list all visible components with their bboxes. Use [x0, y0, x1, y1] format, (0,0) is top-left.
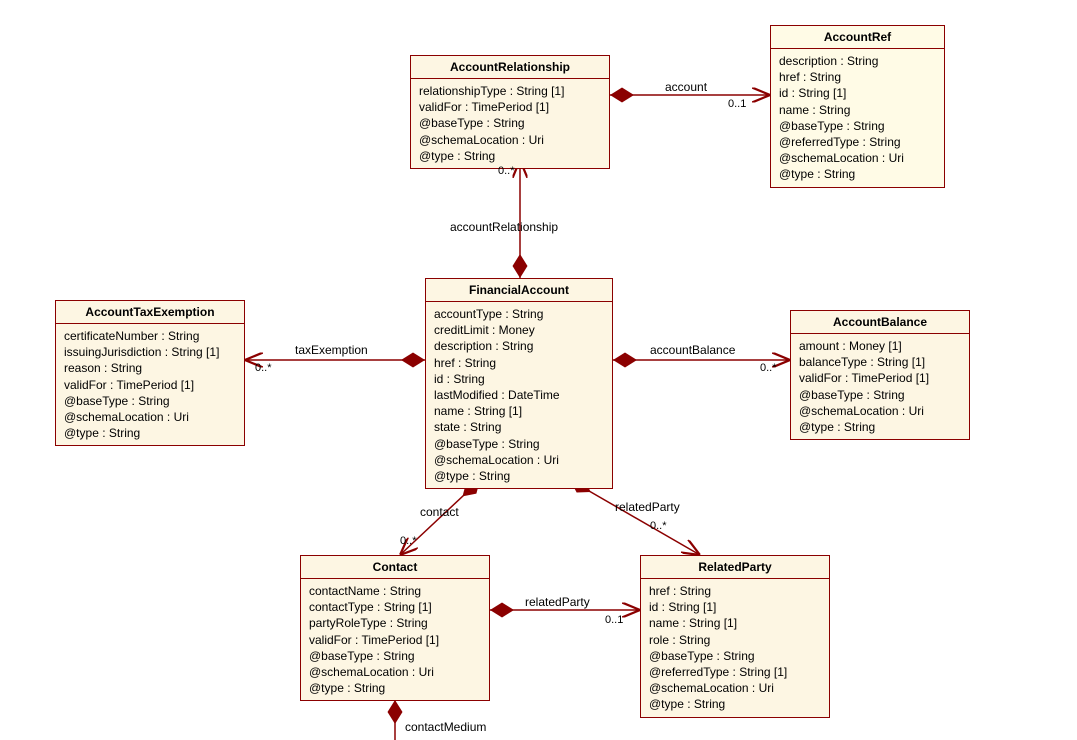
attr: state : String	[434, 419, 604, 435]
class-account-relationship: AccountRelationship relationshipType : S…	[410, 55, 610, 169]
attr: balanceType : String [1]	[799, 354, 961, 370]
mult-label: 0..1	[728, 98, 746, 110]
mult-label: 0..*	[650, 520, 667, 532]
class-name: AccountRef	[771, 26, 944, 49]
attr: creditLimit : Money	[434, 322, 604, 338]
attr: @baseType : String	[434, 436, 604, 452]
mult-label: 0..1	[605, 614, 623, 626]
attr: @type : String	[419, 148, 601, 164]
attr: @baseType : String	[419, 115, 601, 131]
class-name: AccountRelationship	[411, 56, 609, 79]
mult-label: 0..*	[498, 165, 515, 177]
attr: @baseType : String	[64, 393, 236, 409]
attr: @schemaLocation : Uri	[64, 409, 236, 425]
attr: @schemaLocation : Uri	[649, 680, 821, 696]
class-related-party: RelatedParty href : String id : String […	[640, 555, 830, 718]
class-attrs: href : String id : String [1] name : Str…	[641, 579, 829, 717]
assoc-label-relatedparty: relatedParty	[615, 500, 680, 514]
attr: @baseType : String	[799, 387, 961, 403]
attr: href : String	[779, 69, 936, 85]
assoc-label-accountbalance: accountBalance	[650, 343, 735, 357]
class-attrs: certificateNumber : String issuingJurisd…	[56, 324, 244, 445]
attr: @schemaLocation : Uri	[434, 452, 604, 468]
attr: @type : String	[64, 425, 236, 441]
assoc-label-account: account	[665, 80, 707, 94]
attr: validFor : TimePeriod [1]	[64, 377, 236, 393]
class-attrs: relationshipType : String [1] validFor :…	[411, 79, 609, 168]
attr: @baseType : String	[309, 648, 481, 664]
attr: name : String	[779, 102, 936, 118]
attr: @baseType : String	[779, 118, 936, 134]
attr: contactName : String	[309, 583, 481, 599]
attr: @baseType : String	[649, 648, 821, 664]
mult-label: 0..*	[400, 535, 417, 547]
attr: href : String	[649, 583, 821, 599]
attr: @referredType : String	[779, 134, 936, 150]
class-attrs: description : String href : String id : …	[771, 49, 944, 187]
attr: relationshipType : String [1]	[419, 83, 601, 99]
class-attrs: contactName : String contactType : Strin…	[301, 579, 489, 700]
class-account-ref: AccountRef description : String href : S…	[770, 25, 945, 188]
attr: @type : String	[799, 419, 961, 435]
attr: reason : String	[64, 360, 236, 376]
attr: id : String	[434, 371, 604, 387]
class-contact: Contact contactName : String contactType…	[300, 555, 490, 701]
class-financial-account: FinancialAccount accountType : String cr…	[425, 278, 613, 489]
attr: @schemaLocation : Uri	[779, 150, 936, 166]
assoc-label-contact: contact	[420, 505, 459, 519]
class-name: FinancialAccount	[426, 279, 612, 302]
attr: @type : String	[434, 468, 604, 484]
attr: @schemaLocation : Uri	[799, 403, 961, 419]
attr: certificateNumber : String	[64, 328, 236, 344]
attr: role : String	[649, 632, 821, 648]
attr: lastModified : DateTime	[434, 387, 604, 403]
mult-label: 0..*	[760, 362, 777, 374]
attr: name : String [1]	[434, 403, 604, 419]
assoc-label-contactmedium: contactMedium	[405, 720, 486, 734]
class-name: AccountTaxExemption	[56, 301, 244, 324]
attr: amount : Money [1]	[799, 338, 961, 354]
attr: validFor : TimePeriod [1]	[799, 370, 961, 386]
attr: issuingJurisdiction : String [1]	[64, 344, 236, 360]
class-attrs: amount : Money [1] balanceType : String …	[791, 334, 969, 439]
attr: name : String [1]	[649, 615, 821, 631]
attr: validFor : TimePeriod [1]	[419, 99, 601, 115]
assoc-label-contact-relatedparty: relatedParty	[525, 595, 590, 609]
attr: @type : String	[649, 696, 821, 712]
attr: href : String	[434, 355, 604, 371]
attr: description : String	[434, 338, 604, 354]
assoc-label-taxexemption: taxExemption	[295, 343, 368, 357]
attr: @type : String	[309, 680, 481, 696]
attr: id : String [1]	[649, 599, 821, 615]
class-name: AccountBalance	[791, 311, 969, 334]
attr: @type : String	[779, 166, 936, 182]
attr: description : String	[779, 53, 936, 69]
attr: @referredType : String [1]	[649, 664, 821, 680]
attr: partyRoleType : String	[309, 615, 481, 631]
class-name: RelatedParty	[641, 556, 829, 579]
class-account-tax-exemption: AccountTaxExemption certificateNumber : …	[55, 300, 245, 446]
attr: contactType : String [1]	[309, 599, 481, 615]
class-account-balance: AccountBalance amount : Money [1] balanc…	[790, 310, 970, 440]
class-attrs: accountType : String creditLimit : Money…	[426, 302, 612, 488]
assoc-label-accountrelationship: accountRelationship	[450, 220, 558, 234]
attr: @schemaLocation : Uri	[419, 132, 601, 148]
attr: accountType : String	[434, 306, 604, 322]
attr: validFor : TimePeriod [1]	[309, 632, 481, 648]
attr: @schemaLocation : Uri	[309, 664, 481, 680]
class-name: Contact	[301, 556, 489, 579]
attr: id : String [1]	[779, 85, 936, 101]
mult-label: 0..*	[255, 362, 272, 374]
